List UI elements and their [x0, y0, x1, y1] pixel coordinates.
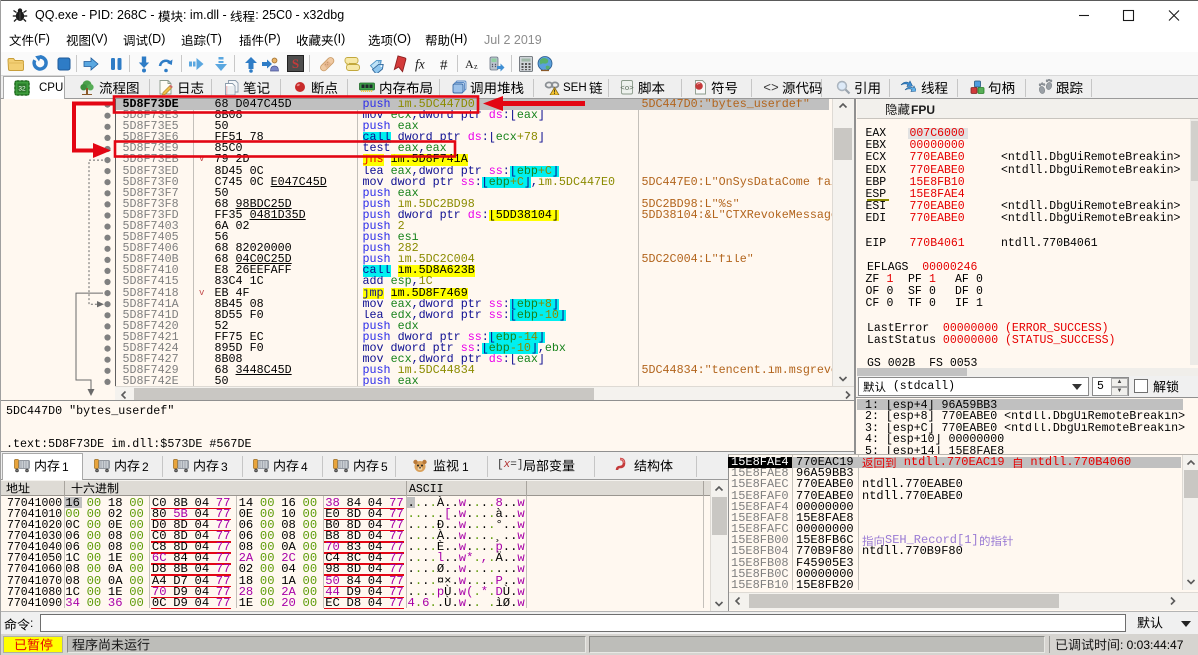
svg-text:z: z — [474, 62, 478, 71]
svg-text:fx: fx — [415, 57, 425, 72]
svg-text:S: S — [292, 56, 299, 71]
svg-text:#: # — [440, 58, 448, 74]
svg-text:A: A — [465, 57, 474, 71]
